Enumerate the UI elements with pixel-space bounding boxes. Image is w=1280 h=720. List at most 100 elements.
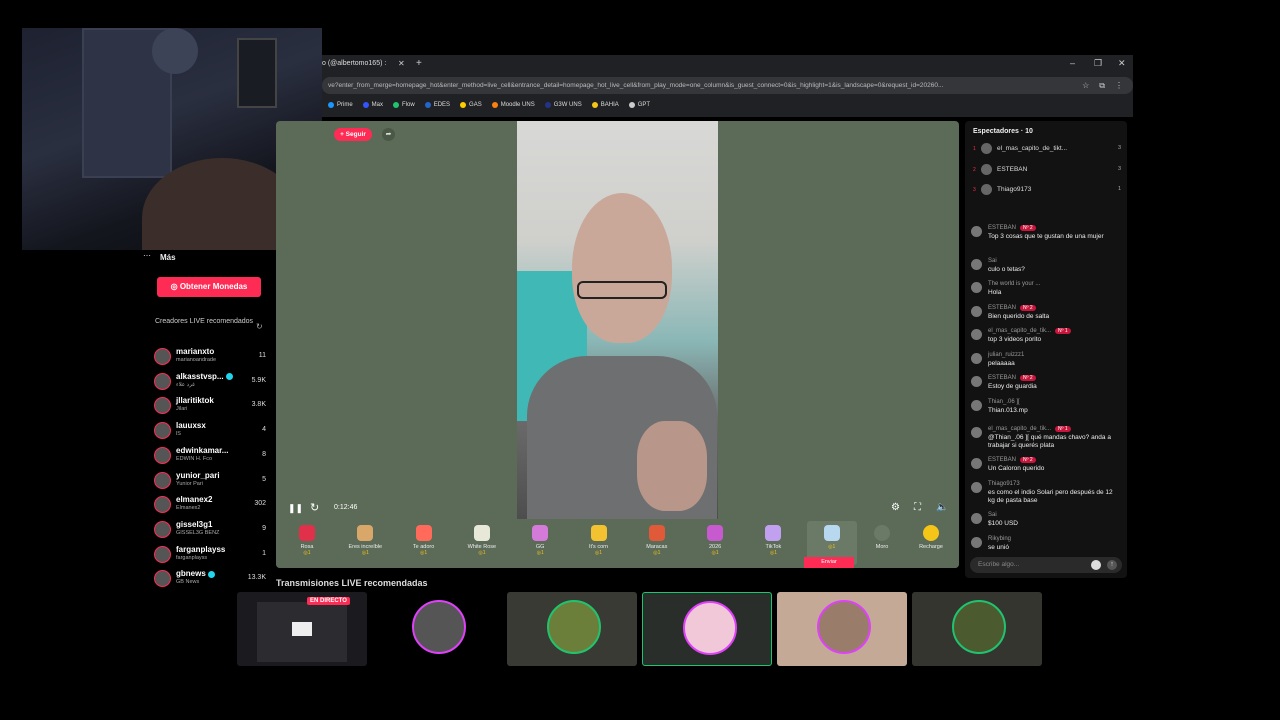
- bookmark-item[interactable]: Flow: [393, 99, 415, 111]
- extension-icon[interactable]: ⧉: [1099, 81, 1105, 91]
- avatar: [154, 545, 171, 563]
- gift-price: ◎1: [711, 550, 719, 556]
- refresh-icon[interactable]: ↻: [256, 322, 263, 331]
- gift-item[interactable]: Rosa ◎1: [282, 521, 332, 565]
- gift-item[interactable]: White Rose ◎1: [457, 521, 507, 565]
- gift-icon: [707, 525, 724, 541]
- creator-name: elmanex2: [176, 495, 213, 505]
- gift-item[interactable]: GG ◎1: [515, 521, 565, 565]
- bookmark-label: BAHIA: [600, 102, 619, 108]
- send-gift-button[interactable]: Enviar: [804, 557, 854, 568]
- avatar: [971, 537, 982, 548]
- chat-text: Top 3 cosas que te gustan de una mujer: [988, 233, 1104, 240]
- new-tab-icon[interactable]: +: [416, 58, 422, 69]
- gift-item[interactable]: It's corn ◎1: [574, 521, 624, 565]
- address-bar[interactable]: ve?enter_from_merge=homepage_hot&enter_m…: [322, 77, 1133, 94]
- sidebar-creator-item[interactable]: elmanex2 Elmanex2 302: [154, 494, 266, 516]
- follow-button[interactable]: + Seguir: [334, 128, 372, 141]
- sidebar-creator-item[interactable]: edwinkamar... EDWIN H. Fco 8: [154, 445, 266, 467]
- send-icon[interactable]: ↑: [1107, 560, 1117, 570]
- chat-username[interactable]: Thiago9173: [988, 481, 1020, 487]
- bookmark-item[interactable]: BAHIA: [591, 99, 619, 111]
- viewer-item[interactable]: 2 ESTEBAN 3: [973, 163, 1121, 178]
- bookmark-item[interactable]: Max: [362, 99, 383, 111]
- bookmark-item[interactable]: Moodle UNS: [491, 99, 535, 111]
- gift-price: ◎1: [536, 550, 544, 556]
- sidebar-creator-item[interactable]: alkasstvsp... غرد علاء 5.9K: [154, 371, 266, 393]
- live-thumbnail[interactable]: [372, 592, 502, 666]
- star-icon[interactable]: ☆: [1082, 81, 1089, 91]
- recharge-button[interactable]: Recharge: [906, 521, 956, 565]
- more-gifts-button[interactable]: Moro: [857, 521, 907, 565]
- sidebar-creator-item[interactable]: marianxto marianoandrade 11: [154, 346, 266, 368]
- verified-icon: [207, 570, 215, 578]
- sidebar-creator-item[interactable]: gbnews GB News 13.3K: [154, 568, 266, 590]
- emoji-icon[interactable]: [1091, 560, 1101, 570]
- more-link[interactable]: Más: [160, 253, 176, 262]
- bookmark-label: EDES: [433, 102, 451, 108]
- chat-username[interactable]: el_mas_capito_de_tik... Nº 1: [988, 426, 1071, 432]
- sidebar-creator-item[interactable]: yunior_pari Yunior Pari 5: [154, 470, 266, 492]
- bookmark-item[interactable]: Prime: [328, 99, 353, 111]
- gift-item[interactable]: 2026 ◎1: [690, 521, 740, 565]
- gift-icon: [765, 525, 782, 541]
- viewers-title: Espectadores · 10: [973, 128, 1033, 135]
- live-thumbnail[interactable]: [912, 592, 1042, 666]
- avatar: [154, 422, 171, 440]
- pause-icon[interactable]: ❚❚: [288, 503, 303, 514]
- bookmark-item[interactable]: EDES: [424, 99, 451, 111]
- chevron-up-icon: [874, 525, 890, 541]
- sidebar-creator-item[interactable]: farganplayss farganplayss 1: [154, 544, 266, 566]
- tab-bar: o (@albertomo165) : ✕ + – ❐ ✕: [322, 55, 1133, 73]
- get-coins-button[interactable]: ◎ Obtener Monedas: [157, 277, 261, 297]
- gift-item[interactable]: TikTok ◎1: [748, 521, 798, 565]
- sidebar-creator-item[interactable]: gissel3g1 GISSEL3G BENZ 9: [154, 519, 266, 541]
- chat-username[interactable]: ESTEBAN Nº 2: [988, 225, 1036, 231]
- avatar: [154, 471, 171, 489]
- bookmark-item[interactable]: G3W UNS: [544, 99, 582, 111]
- bookmark-icon: [362, 102, 369, 108]
- gift-item[interactable]: Te adoro ◎1: [399, 521, 449, 565]
- close-window-icon[interactable]: ✕: [1118, 58, 1126, 69]
- minimize-icon[interactable]: –: [1070, 58, 1075, 68]
- avatar: [154, 397, 171, 415]
- maximize-icon[interactable]: ❐: [1094, 58, 1102, 69]
- chat-username[interactable]: ESTEBAN Nº 2: [988, 375, 1036, 381]
- chat-username[interactable]: julian_ruizzz1: [988, 352, 1024, 358]
- creator-name: farganplayss: [176, 544, 226, 554]
- gift-item[interactable]: Maracas ◎1: [632, 521, 682, 565]
- viewer-item[interactable]: 3 Thiago9173 1: [973, 184, 1121, 198]
- live-video-player[interactable]: + Seguir ➦ ❚❚ ↻ 0:12:46 ⚙ ⛶ 🔈 Rosa ◎1 Eres…: [276, 121, 959, 568]
- bookmark-icon: [544, 102, 551, 108]
- chat-username[interactable]: Sai: [988, 258, 997, 264]
- gift-price: ◎1: [361, 550, 369, 556]
- coin-icon: [923, 525, 939, 541]
- share-icon[interactable]: ➦: [382, 128, 395, 141]
- chat-username[interactable]: Thian_.06 ][: [988, 399, 1020, 405]
- live-thumbnail[interactable]: [507, 592, 637, 666]
- live-thumbnail[interactable]: [777, 592, 907, 666]
- chat-username[interactable]: ESTEBAN Nº 2: [988, 457, 1036, 463]
- volume-icon[interactable]: 🔈: [936, 502, 948, 513]
- fullscreen-icon[interactable]: ⛶: [914, 502, 921, 513]
- bookmark-item[interactable]: GAS: [460, 99, 482, 111]
- sidebar-creator-item[interactable]: lauuxsx lS 4: [154, 420, 266, 442]
- chat-username[interactable]: Sai: [988, 512, 997, 518]
- gift-item[interactable]: Eres increíble ◎1: [340, 521, 390, 565]
- live-thumbnail[interactable]: [642, 592, 772, 666]
- chat-username[interactable]: el_mas_capito_de_tik... Nº 1: [988, 328, 1071, 334]
- creator-subtitle: EDWIN H. Fco: [176, 455, 213, 462]
- close-tab-icon[interactable]: ✕: [398, 59, 405, 68]
- replay-icon[interactable]: ↻: [310, 501, 319, 514]
- bookmark-item[interactable]: GPT: [628, 99, 650, 111]
- live-thumbnail[interactable]: EN DIRECTO: [237, 592, 367, 666]
- viewer-item[interactable]: 1 el_mas_capito_de_tikt... 3: [973, 143, 1121, 157]
- menu-icon[interactable]: ⋮: [1115, 81, 1123, 91]
- settings-icon[interactable]: ⚙: [891, 502, 900, 513]
- chat-username[interactable]: The world is your ...: [988, 281, 1040, 287]
- chat-username[interactable]: Rikybing: [988, 536, 1011, 542]
- sidebar-creator-item[interactable]: jllaritiktok Jilari 3.8K: [154, 395, 266, 417]
- chat-username[interactable]: ESTEBAN Nº 2: [988, 305, 1036, 311]
- viewer-name: ESTEBAN: [997, 165, 1028, 173]
- gift-price: ◎1: [420, 550, 428, 556]
